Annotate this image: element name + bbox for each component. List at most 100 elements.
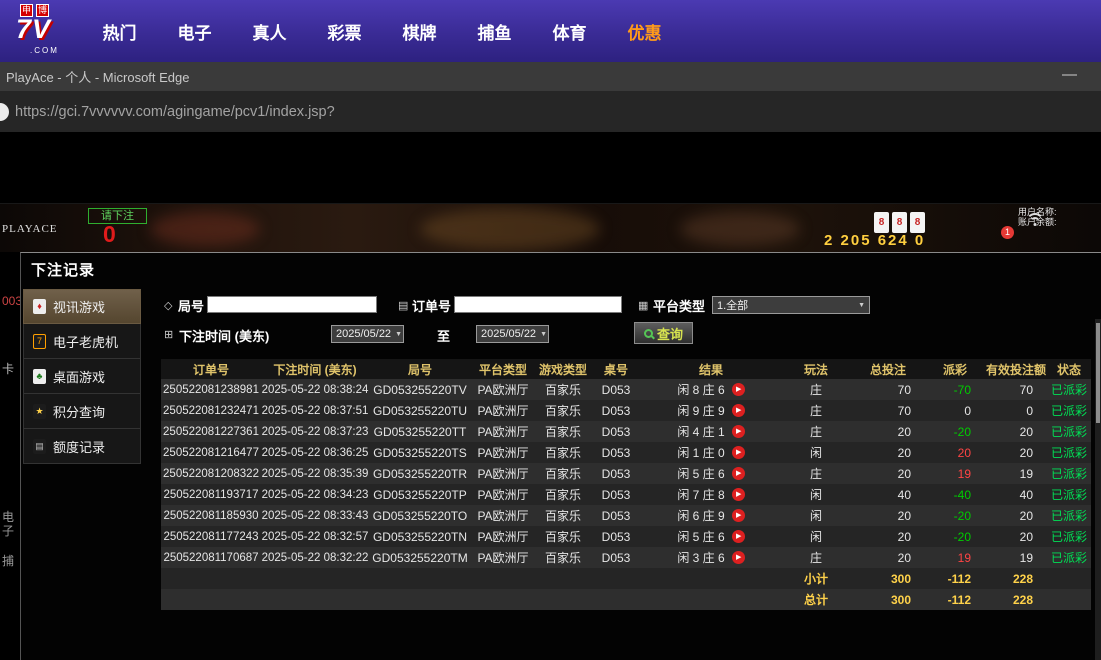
cell-game: 百家乐: [535, 507, 591, 524]
sidebar-item-桌面游戏[interactable]: ♣桌面游戏: [23, 359, 141, 394]
nav-item-彩票[interactable]: 彩票: [307, 19, 382, 44]
date-from-select[interactable]: 2025/05/22 ▼: [331, 325, 404, 343]
cell-status: 已派彩: [1047, 402, 1091, 419]
table-row: 2505220812389812025-05-22 08:38:24GD0532…: [161, 379, 1091, 400]
cell-time: 2025-05-22 08:36:25: [261, 447, 369, 459]
scrollbar-thumb[interactable]: [1096, 323, 1100, 423]
nav-item-优惠[interactable]: 优惠: [607, 19, 682, 44]
cell-status: 已派彩: [1047, 444, 1091, 461]
search-button[interactable]: 查询: [634, 322, 693, 344]
site-logo[interactable]: 申 博 7V .COM: [0, 0, 82, 62]
table-games-icon: ♣: [33, 369, 46, 384]
cell-table: D053: [591, 488, 641, 502]
table-row: 2505220811706872025-05-22 08:32:22GD0532…: [161, 547, 1091, 568]
cell-total_bet: 40: [851, 488, 925, 502]
cell-total_bet: 20: [851, 530, 925, 544]
sidebar-item-label: 额度记录: [53, 437, 105, 456]
replay-button[interactable]: ▶: [732, 425, 745, 438]
cell-valid_bet: 19: [985, 551, 1047, 565]
cell-game: 百家乐: [535, 402, 591, 419]
replay-button[interactable]: ▶: [732, 404, 745, 417]
order-label: 订单号: [412, 296, 451, 315]
cell-play: 闲: [781, 528, 851, 545]
total-label: 总计: [781, 591, 851, 608]
replay-button[interactable]: ▶: [732, 383, 745, 396]
scrollbar[interactable]: [1095, 319, 1101, 660]
table-row: 2505220812083222025-05-22 08:35:39GD0532…: [161, 463, 1091, 484]
cell-play: 庄: [781, 402, 851, 419]
replay-button[interactable]: ▶: [732, 509, 745, 522]
date-to-value: 2025/05/22: [481, 328, 536, 340]
nav-item-体育[interactable]: 体育: [532, 19, 607, 44]
result-text: 闲 8 庄 6: [677, 381, 724, 398]
cell-valid_bet: 19: [985, 467, 1047, 481]
cell-table: D053: [591, 509, 641, 523]
nav-item-真人[interactable]: 真人: [232, 19, 307, 44]
cell-platform: PA欧洲厅: [471, 465, 535, 482]
cell-order: 250522081227361: [161, 426, 261, 438]
cell-game: 百家乐: [535, 486, 591, 503]
cell-payout: -40: [925, 488, 985, 502]
replay-button[interactable]: ▶: [732, 467, 745, 480]
table-row: 2505220812324712025-05-22 08:37:51GD0532…: [161, 400, 1091, 421]
nav-item-捕鱼[interactable]: 捕鱼: [457, 19, 532, 44]
screen: 申 博 7V .COM 热门电子真人彩票棋牌捕鱼体育优惠 PlayAce - 个…: [0, 0, 1101, 660]
sidebar-item-label: 积分查询: [53, 402, 105, 421]
cell-order: 250522081193717: [161, 489, 261, 501]
cell-payout: -70: [925, 383, 985, 397]
platform-select[interactable]: 1.全部 ▼: [712, 296, 870, 314]
cell-play: 庄: [781, 465, 851, 482]
cell-result: 闲 4 庄 1▶: [641, 423, 781, 440]
sidebar-item-电子老虎机[interactable]: 7电子老虎机: [23, 324, 141, 359]
bet-records-panel: 下注记录 ♦视讯游戏7电子老虎机♣桌面游戏★积分查询▤额度记录 ◇ 局号 ▤ 订…: [20, 252, 1101, 660]
records-table: 订单号下注时间 (美东)局号平台类型游戏类型桌号结果玩法总投注派彩有效投注额状态…: [161, 359, 1091, 610]
cell-empty: -112: [925, 572, 985, 586]
date-from-value: 2025/05/22: [336, 328, 391, 340]
cell-status: 已派彩: [1047, 549, 1091, 566]
date-to-select[interactable]: 2025/05/22 ▼: [476, 325, 549, 343]
cell-result: 闲 8 庄 6 ▶: [641, 381, 781, 398]
result-text: 闲 6 庄 9: [677, 507, 724, 524]
filters: ◇ 局号 ▤ 订单号 ▦ 平台类型 1.全部 ▼ ⊞ 下注时间 (美东) 202…: [161, 293, 1091, 359]
replay-button[interactable]: ▶: [732, 551, 745, 564]
column-header: 派彩: [925, 361, 985, 378]
order-input[interactable]: [454, 296, 622, 313]
cell-result: 闲 5 庄 6 ▶: [641, 465, 781, 482]
cell-play: 闲: [781, 444, 851, 461]
sidebar-item-视讯游戏[interactable]: ♦视讯游戏: [23, 289, 141, 324]
replay-button[interactable]: ▶: [732, 446, 745, 459]
sidebar-item-额度记录[interactable]: ▤额度记录: [23, 429, 141, 464]
cell-platform: PA欧洲厅: [471, 507, 535, 524]
url-text[interactable]: https://gci.7vvvvvv.com/agingame/pcv1/in…: [15, 104, 335, 120]
replay-button[interactable]: ▶: [732, 530, 745, 543]
nav-item-电子[interactable]: 电子: [157, 19, 232, 44]
round-icon: ◇: [164, 299, 172, 312]
replay-button[interactable]: ▶: [732, 488, 745, 501]
playace-brand: PLAYACE: [2, 223, 58, 235]
notification-badge: 1: [1001, 226, 1014, 239]
minimize-icon[interactable]: —: [1062, 66, 1077, 83]
sidebar-item-积分查询[interactable]: ★积分查询: [23, 394, 141, 429]
cell-order: 250522081238981: [161, 384, 261, 396]
nav-item-棋牌[interactable]: 棋牌: [382, 19, 457, 44]
cell-game: 百家乐: [535, 465, 591, 482]
cell-play: 庄: [781, 549, 851, 566]
play-icon: ▶: [736, 449, 741, 456]
cell-platform: PA欧洲厅: [471, 528, 535, 545]
cell-total_bet: 70: [851, 383, 925, 397]
game-preview-strip: 请下注 0 PLAYACE 2 205 624 0 888 1 用户名称:账户余…: [0, 203, 1101, 252]
cell-play: 庄: [781, 423, 851, 440]
sidebar-item-label: 视讯游戏: [53, 297, 105, 316]
table-row: 2505220811772432025-05-22 08:32:57GD0532…: [161, 526, 1091, 547]
cell-payout: -20: [925, 509, 985, 523]
cell-valid_bet: 40: [985, 488, 1047, 502]
column-header: 局号: [369, 361, 471, 378]
cell-time: 2025-05-22 08:37:23: [261, 426, 369, 438]
round-input[interactable]: [207, 296, 377, 313]
user-info: 用户名称:账户余额:: [1018, 207, 1057, 227]
result-text: 闲 5 庄 6: [677, 465, 724, 482]
nav-item-热门[interactable]: 热门: [82, 19, 157, 44]
sidebar-item-label: 电子老虎机: [53, 332, 118, 351]
address-bar: https://gci.7vvvvvv.com/agingame/pcv1/in…: [0, 91, 1101, 132]
chevron-down-icon: ▼: [858, 302, 865, 309]
